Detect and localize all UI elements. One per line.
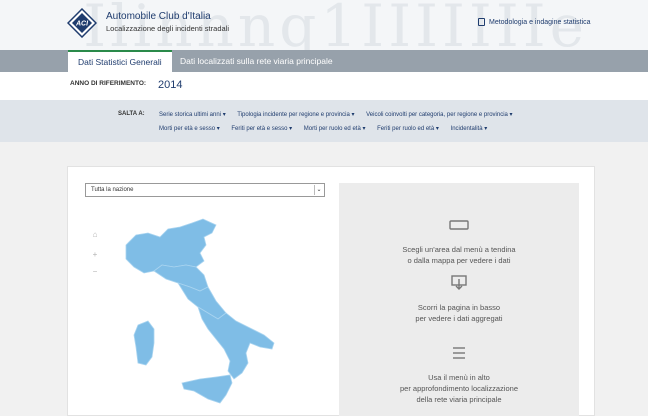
document-icon bbox=[478, 18, 485, 26]
methodology-link[interactable]: Metodologia e indagine statistica bbox=[478, 18, 591, 26]
reference-year-row: ANNO DI RIFERIMENTO: 2014 bbox=[0, 72, 648, 100]
home-icon[interactable]: ⌂ bbox=[89, 229, 101, 241]
jump-to-bar: SALTA A: Serie storica ultimi anni ▾ Tip… bbox=[0, 100, 648, 142]
info-panel: Scegli un'area dal menù a tendina o dall… bbox=[339, 183, 579, 416]
info-text-line: Scegli un'area dal menù a tendina bbox=[402, 245, 516, 254]
brand-title: Automobile Club d'Italia bbox=[106, 11, 211, 22]
info-text-line: o dalla mappa per vedere i dati bbox=[407, 256, 511, 265]
info-block-select-area: Scegli un'area dal menù a tendina o dall… bbox=[339, 217, 579, 266]
info-text-line: per vedere i dati aggregati bbox=[415, 314, 503, 323]
jump-link-injured-age-sex[interactable]: Feriti per età e sesso ▾ bbox=[231, 126, 292, 132]
area-select[interactable]: Tutta la nazione ⌄ bbox=[85, 183, 325, 197]
site-header: Ilinnnq1IIIIIIIe ACI Automobile Club d'I… bbox=[0, 0, 648, 50]
info-text-line: della rete viaria principale bbox=[416, 395, 502, 404]
methodology-link-label: Metodologia e indagine statistica bbox=[489, 18, 591, 26]
tab-general-stats[interactable]: Dati Statistici Generali bbox=[68, 50, 172, 72]
jump-link-deaths-role-age[interactable]: Morti per ruolo ed età ▾ bbox=[304, 126, 366, 132]
menu-icon bbox=[453, 347, 465, 359]
aci-logo-icon: ACI bbox=[66, 7, 98, 39]
map-card: Tutta la nazione ⌄ ⌂ + − Scegli un'area … bbox=[67, 166, 595, 416]
info-block-scroll-down: Scorri la pagina in basso per vedere i d… bbox=[339, 275, 579, 324]
reference-year-value[interactable]: 2014 bbox=[158, 79, 182, 91]
jump-link-historical-series[interactable]: Serie storica ultimi anni ▾ bbox=[159, 112, 226, 118]
jump-to-label: SALTA A: bbox=[118, 111, 145, 117]
italy-map[interactable] bbox=[108, 215, 298, 416]
area-select-value: Tutta la nazione bbox=[91, 187, 134, 193]
jump-link-accident-type[interactable]: Tipologia incidente per regione e provin… bbox=[237, 112, 354, 118]
info-text-line: Scorri la pagina in basso bbox=[417, 303, 501, 312]
map-region-south[interactable] bbox=[197, 306, 275, 380]
map-region-sardinia[interactable] bbox=[133, 320, 155, 366]
map-region-north[interactable] bbox=[125, 218, 217, 274]
jump-link-accident-rate[interactable]: Incidentalità ▾ bbox=[451, 126, 488, 132]
info-text-line: Usa il menù in alto bbox=[428, 373, 490, 382]
logo-text: ACI bbox=[75, 21, 89, 28]
jump-to-row-2: Morti per età e sesso ▾ Feriti per età e… bbox=[159, 125, 497, 132]
info-text-line: per approfondimento localizzazione bbox=[400, 384, 518, 393]
dropdown-icon bbox=[449, 220, 469, 230]
jump-link-injured-role-age[interactable]: Feriti per ruolo ed età ▾ bbox=[377, 126, 439, 132]
reference-year-label: ANNO DI RIFERIMENTO: bbox=[70, 80, 147, 87]
tab-road-network[interactable]: Dati localizzati sulla rete viaria princ… bbox=[170, 50, 343, 72]
jump-to-row-1: Serie storica ultimi anni ▾ Tipologia in… bbox=[159, 111, 523, 118]
jump-link-deaths-age-sex[interactable]: Morti per età e sesso ▾ bbox=[159, 126, 220, 132]
info-block-top-menu: Usa il menù in alto per approfondimento … bbox=[339, 345, 579, 405]
map-region-sicily[interactable] bbox=[181, 374, 233, 404]
tab-bar: Dati Statistici Generali Dati localizzat… bbox=[0, 50, 648, 72]
chevron-down-icon[interactable]: ⌄ bbox=[314, 185, 323, 195]
jump-link-vehicles[interactable]: Veicoli coinvolti per categoria, per reg… bbox=[366, 112, 512, 118]
brand-subtitle: Localizzazione degli incidenti stradali bbox=[106, 24, 229, 33]
zoom-in-icon[interactable]: + bbox=[89, 249, 101, 261]
map-regions[interactable] bbox=[125, 218, 275, 404]
scroll-down-icon bbox=[451, 275, 467, 290]
zoom-out-icon[interactable]: − bbox=[89, 266, 101, 278]
aci-logo[interactable]: ACI bbox=[66, 7, 98, 39]
